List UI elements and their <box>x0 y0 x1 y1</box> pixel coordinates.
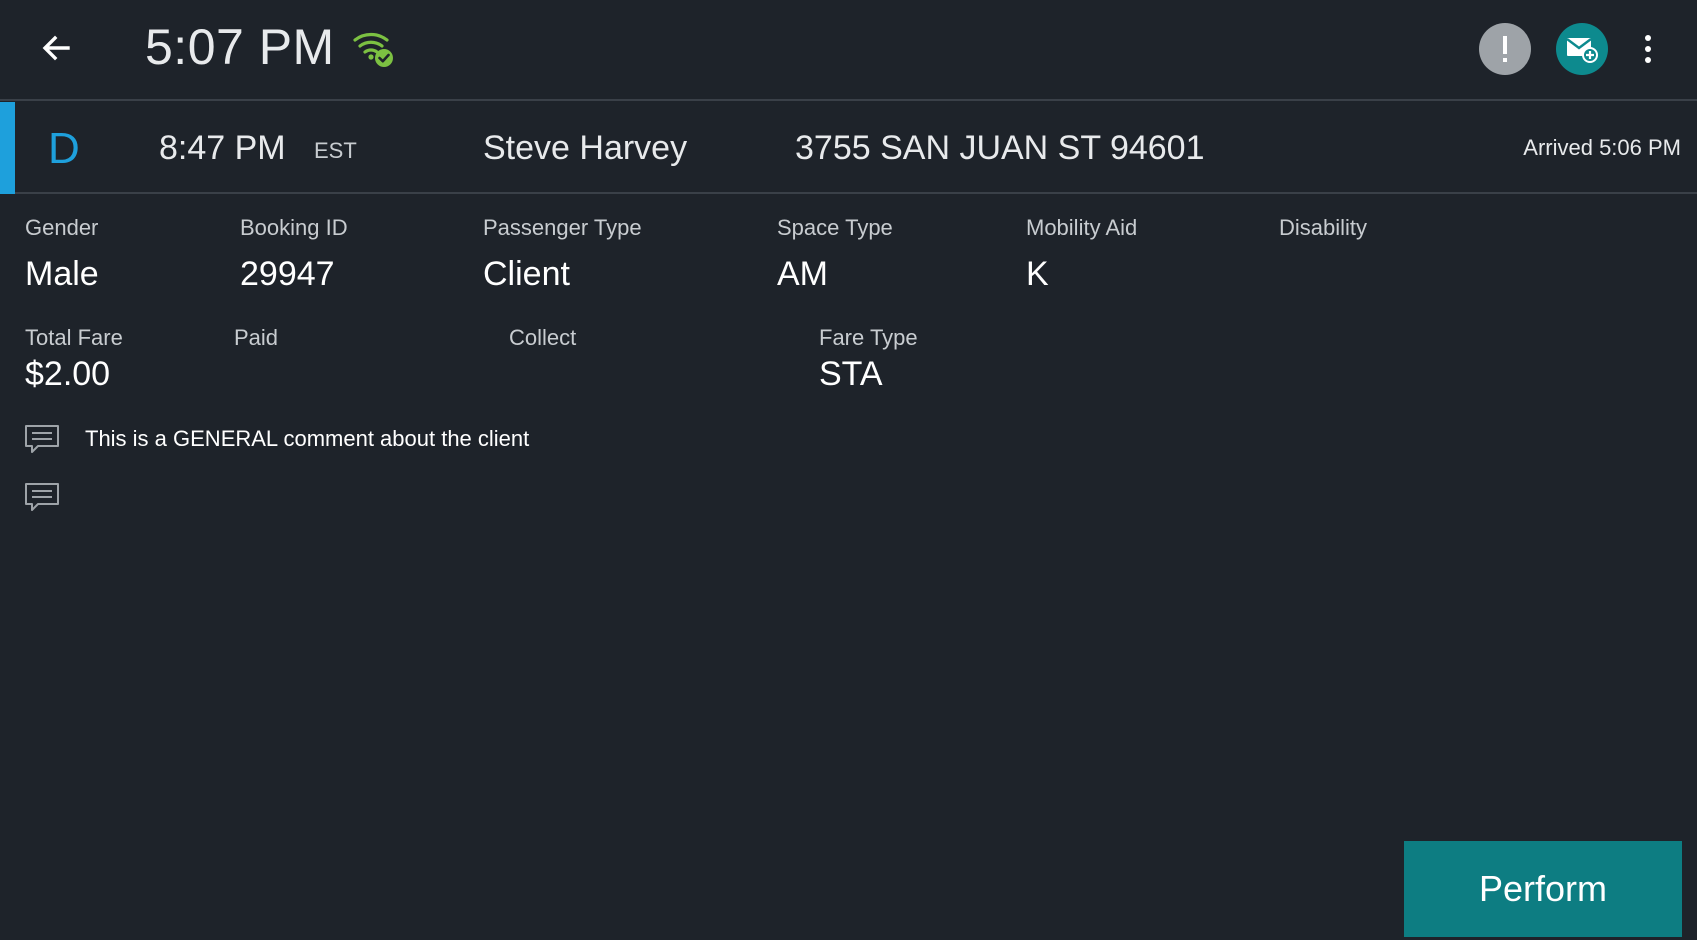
space-type-label: Space Type <box>777 215 893 240</box>
perform-button[interactable]: Perform <box>1404 841 1682 937</box>
gender-label: Gender <box>25 215 99 240</box>
mail-add-icon <box>1566 38 1598 63</box>
alert-button[interactable] <box>1479 23 1531 75</box>
mobility-aid-label: Mobility Aid <box>1026 215 1138 240</box>
stop-time: 8:47 PM <box>159 129 286 167</box>
current-time: 5:07 PM <box>145 19 335 75</box>
booking-id-label: Booking ID <box>240 215 348 240</box>
general-comment-text: This is a GENERAL comment about the clie… <box>85 426 530 451</box>
stop-timezone: EST <box>314 138 357 163</box>
mobility-aid-value: K <box>1026 255 1049 293</box>
space-type-value: AM <box>777 255 828 293</box>
fare-type-label: Fare Type <box>819 325 918 350</box>
more-options-button[interactable] <box>1636 27 1660 71</box>
collect-label: Collect <box>509 325 577 350</box>
wifi-connected-icon <box>353 32 393 67</box>
fare-type-value: STA <box>819 355 883 393</box>
new-message-button[interactable] <box>1556 23 1608 75</box>
stop-status: Arrived 5:06 PM <box>1523 135 1681 160</box>
arrow-left-icon <box>42 35 70 61</box>
comment-icon <box>25 483 59 511</box>
comment-icon <box>25 425 59 453</box>
stop-address: 3755 SAN JUAN ST 94601 <box>795 129 1205 167</box>
booking-id-value: 29947 <box>240 255 335 293</box>
back-button[interactable] <box>36 26 76 70</box>
stop-summary-row[interactable]: D 8:47 PM EST Steve Harvey 3755 SAN JUAN… <box>0 102 1697 194</box>
total-fare-label: Total Fare <box>25 325 123 350</box>
total-fare-value: $2.00 <box>25 355 111 393</box>
more-vertical-icon <box>1645 35 1651 63</box>
passenger-type-value: Client <box>483 255 570 293</box>
stop-accent-bar <box>0 102 15 194</box>
stop-type-indicator: D <box>48 124 80 173</box>
passenger-type-label: Passenger Type <box>483 215 642 240</box>
exclamation-icon <box>1503 36 1507 62</box>
top-bar: 5:07 PM <box>0 0 1697 101</box>
disability-label: Disability <box>1279 215 1368 240</box>
gender-value: Male <box>25 255 99 293</box>
passenger-name: Steve Harvey <box>483 129 688 167</box>
paid-label: Paid <box>234 325 279 350</box>
